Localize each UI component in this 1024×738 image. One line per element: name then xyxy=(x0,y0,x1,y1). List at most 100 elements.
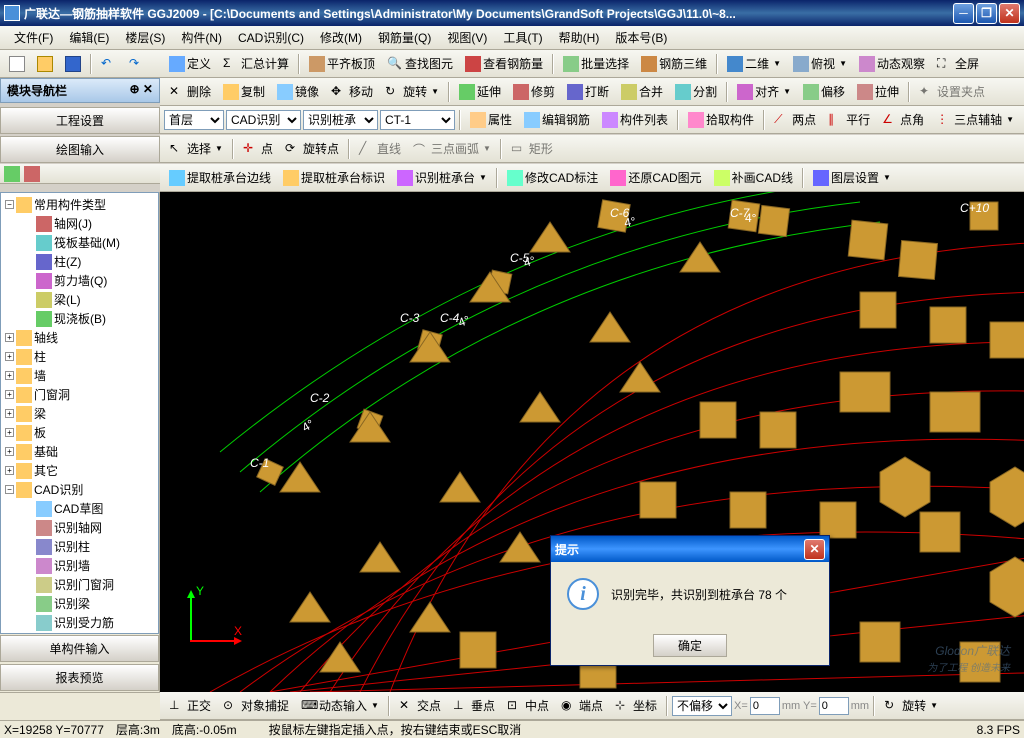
fillcad-button[interactable]: 补画CAD线 xyxy=(709,166,798,189)
point-button[interactable]: ✛点 xyxy=(238,137,278,160)
menu-tools[interactable]: 工具(T) xyxy=(495,27,550,48)
tree-walls[interactable]: +墙 xyxy=(3,366,156,385)
tree-beam[interactable]: 梁(L) xyxy=(21,290,156,309)
collapse-icon[interactable] xyxy=(24,166,40,182)
tree-id-mainbar[interactable]: 识别受力筋 xyxy=(21,613,156,632)
select-button[interactable]: ↖选择▼ xyxy=(164,137,228,160)
extractedge-button[interactable]: 提取桩承台边线 xyxy=(164,166,276,189)
extractmark-button[interactable]: 提取桩承台标识 xyxy=(278,166,390,189)
setclamp-button[interactable]: ✦设置夹点 xyxy=(914,80,990,103)
idcap-button[interactable]: 识别桩承台▼ xyxy=(392,166,492,189)
redo-button[interactable]: ↷ xyxy=(124,53,150,75)
copy-button[interactable]: 复制 xyxy=(218,80,270,103)
dynview-button[interactable]: 动态观察 xyxy=(854,52,930,75)
dialog-close-button[interactable]: ✕ xyxy=(804,539,825,560)
drawing-canvas[interactable]: C-1 C-2 C-3 C-4 C-5 C-6 C-7 C+10 4° 4° 4… xyxy=(160,192,1024,692)
tree-openings[interactable]: +门窗洞 xyxy=(3,385,156,404)
bottom-rotate-button[interactable]: ↻旋转▼ xyxy=(879,694,943,717)
break-button[interactable]: 打断 xyxy=(562,80,614,103)
extend-button[interactable]: 延伸 xyxy=(454,80,506,103)
rect-button[interactable]: ▭矩形 xyxy=(506,137,558,160)
define-button[interactable]: 定义 xyxy=(164,52,216,75)
fullscreen-button[interactable]: ⛶全屏 xyxy=(932,52,984,75)
menu-file[interactable]: 文件(F) xyxy=(6,27,61,48)
findelem-button[interactable]: 🔍查找图元 xyxy=(382,52,458,75)
flatslab-button[interactable]: 平齐板顶 xyxy=(304,52,380,75)
ct-select[interactable]: CT-1 xyxy=(380,110,455,130)
tree-id-opening[interactable]: 识别门窗洞 xyxy=(21,575,156,594)
move-button[interactable]: ✥移动 xyxy=(326,80,378,103)
mid-button[interactable]: ⊡中点 xyxy=(502,694,554,717)
editrebar-button[interactable]: 编辑钢筋 xyxy=(519,108,595,131)
tree-slabs[interactable]: +板 xyxy=(3,423,156,442)
threeaux-button[interactable]: ⋮三点辅轴▼ xyxy=(931,108,1019,131)
tree-axis-grid[interactable]: 轴网(J) xyxy=(21,214,156,233)
idcap-select[interactable]: 识别桩承 xyxy=(303,110,378,130)
modcad-button[interactable]: 修改CAD标注 xyxy=(502,166,603,189)
rebar3d-button[interactable]: 钢筋三维 xyxy=(636,52,712,75)
close-button[interactable]: ✕ xyxy=(999,3,1020,24)
snap-button[interactable]: ⊙对象捕捉 xyxy=(218,694,294,717)
pickcomp-button[interactable]: 拾取构件 xyxy=(683,108,759,131)
minimize-button[interactable]: ─ xyxy=(953,3,974,24)
nav-single-input[interactable]: 单构件输入 xyxy=(0,635,159,662)
menu-floor[interactable]: 楼层(S) xyxy=(117,27,173,48)
tree-foundation[interactable]: +基础 xyxy=(3,442,156,461)
layerset-button[interactable]: 图层设置▼ xyxy=(808,166,896,189)
merge-button[interactable]: 合并 xyxy=(616,80,668,103)
tree-raft[interactable]: 筏板基础(M) xyxy=(21,233,156,252)
save-button[interactable] xyxy=(60,53,86,75)
floor-select[interactable]: 首层 xyxy=(164,110,224,130)
batchsel-button[interactable]: 批量选择 xyxy=(558,52,634,75)
viewrebar-button[interactable]: 查看钢筋量 xyxy=(460,52,548,75)
tree-id-negbar[interactable]: 识别负筋 xyxy=(21,632,156,634)
arc3pt-button[interactable]: ⌒三点画弧▼ xyxy=(408,137,496,160)
tree-cad-draft[interactable]: CAD草图 xyxy=(21,499,156,518)
menu-rebar[interactable]: 钢筋量(Q) xyxy=(370,27,439,48)
menu-help[interactable]: 帮助(H) xyxy=(551,27,608,48)
restorecad-button[interactable]: 还原CAD图元 xyxy=(605,166,706,189)
offset-x-input[interactable] xyxy=(750,697,780,715)
tree-id-beam[interactable]: 识别梁 xyxy=(21,594,156,613)
coord-button[interactable]: ⊹坐标 xyxy=(610,694,662,717)
tree-beams[interactable]: +梁 xyxy=(3,404,156,423)
expand-icon[interactable] xyxy=(4,166,20,182)
open-button[interactable] xyxy=(32,53,58,75)
ortho-button[interactable]: ⊥正交 xyxy=(164,694,216,717)
rotpt-button[interactable]: ⟳旋转点 xyxy=(280,137,344,160)
trim-button[interactable]: 修剪 xyxy=(508,80,560,103)
attr-button[interactable]: 属性 xyxy=(465,108,517,131)
menu-component[interactable]: 构件(N) xyxy=(173,27,230,48)
tree-shearwall[interactable]: 剪力墙(Q) xyxy=(21,271,156,290)
dialog-ok-button[interactable]: 确定 xyxy=(653,634,727,657)
tree-axis[interactable]: +轴线 xyxy=(3,328,156,347)
tree-other[interactable]: +其它 xyxy=(3,461,156,480)
cross-button[interactable]: ✕交点 xyxy=(394,694,446,717)
cad-select[interactable]: CAD识别 xyxy=(226,110,301,130)
new-button[interactable] xyxy=(4,53,30,75)
overlook-button[interactable]: 俯视▼ xyxy=(788,52,852,75)
tree-column[interactable]: 柱(Z) xyxy=(21,252,156,271)
ptangle-button[interactable]: ∠点角 xyxy=(877,108,929,131)
tree-slab[interactable]: 现浇板(B) xyxy=(21,309,156,328)
view2d-button[interactable]: 二维▼ xyxy=(722,52,786,75)
dialog-titlebar[interactable]: 提示 ✕ xyxy=(551,536,829,562)
nav-draw-input[interactable]: 绘图输入 xyxy=(0,136,160,163)
line-button[interactable]: ╱直线 xyxy=(354,137,406,160)
tree-root[interactable]: −常用构件类型 xyxy=(3,195,156,214)
tree-cad-id[interactable]: −CAD识别 xyxy=(3,480,156,499)
offset-y-input[interactable] xyxy=(819,697,849,715)
dyninput-button[interactable]: ⌨动态输入▼ xyxy=(296,694,384,717)
tree-columns[interactable]: +柱 xyxy=(3,347,156,366)
rotate-button[interactable]: ↻旋转▼ xyxy=(380,80,444,103)
summary-button[interactable]: Σ汇总计算 xyxy=(218,52,294,75)
nav-report-preview[interactable]: 报表预览 xyxy=(0,664,159,691)
stretch-button[interactable]: 拉伸 xyxy=(852,80,904,103)
tree-id-column[interactable]: 识别柱 xyxy=(21,537,156,556)
tree-id-wall[interactable]: 识别墙 xyxy=(21,556,156,575)
undo-button[interactable]: ↶ xyxy=(96,53,122,75)
vert-button[interactable]: ⊥垂点 xyxy=(448,694,500,717)
offset-select[interactable]: 不偏移 xyxy=(672,696,732,716)
menu-version[interactable]: 版本号(B) xyxy=(607,27,675,48)
restore-button[interactable]: ❐ xyxy=(976,3,997,24)
